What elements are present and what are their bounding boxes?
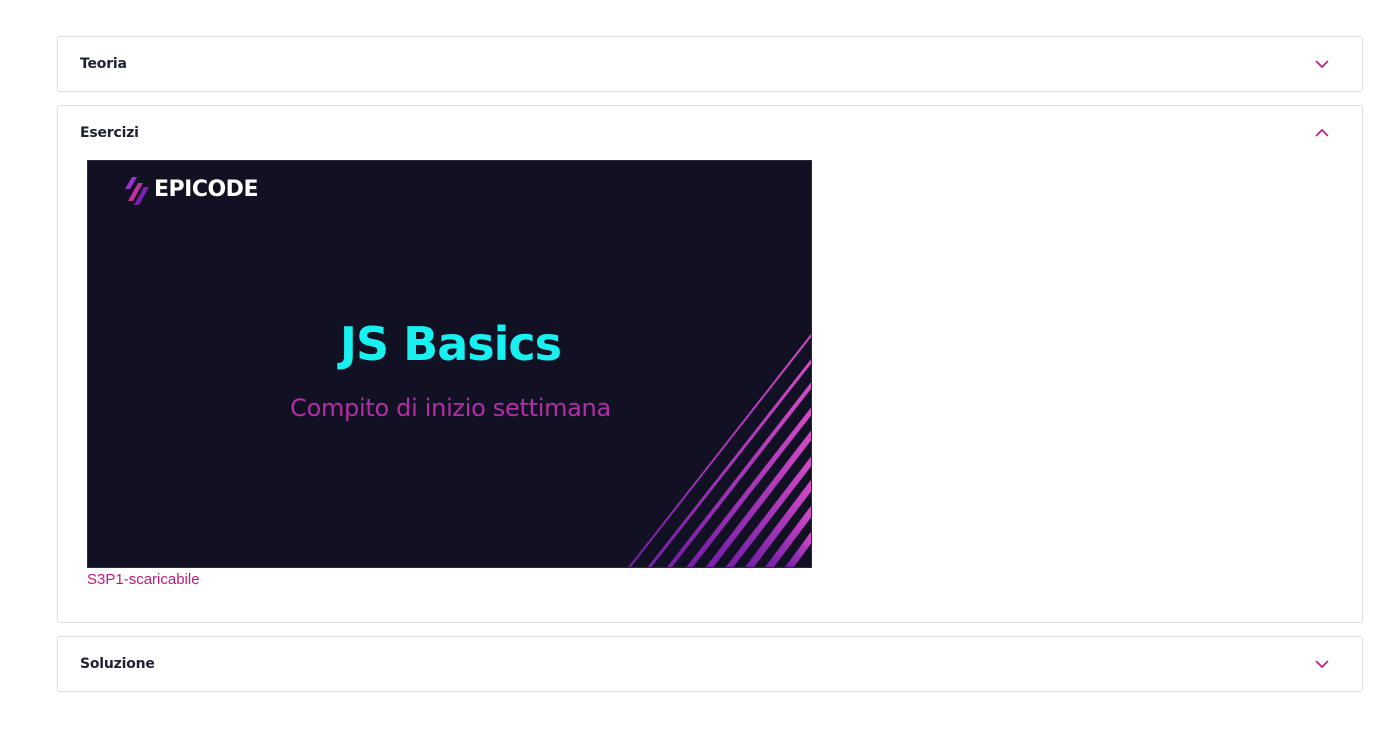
slide-brand: EPICODE bbox=[154, 177, 258, 202]
accordion-esercizi: Esercizi EPICODE JS Basics Compito di in… bbox=[57, 105, 1363, 623]
accordion-header-teoria[interactable]: Teoria bbox=[58, 37, 1362, 91]
chevron-down-icon[interactable] bbox=[1313, 655, 1331, 673]
chevron-up-icon[interactable] bbox=[1313, 124, 1331, 142]
exercise-thumbnail[interactable]: EPICODE JS Basics Compito di inizio sett… bbox=[87, 160, 812, 568]
slide-title: JS Basics bbox=[339, 317, 562, 371]
accordion-soluzione: Soluzione bbox=[57, 636, 1363, 692]
download-file-link[interactable]: S3P1-scaricabile bbox=[87, 571, 200, 588]
accordion-title: Teoria bbox=[80, 56, 127, 72]
slide-subtitle: Compito di inizio settimana bbox=[290, 394, 611, 422]
chevron-down-icon[interactable] bbox=[1313, 55, 1331, 73]
accordion-title: Esercizi bbox=[80, 125, 139, 141]
accordion-header-esercizi[interactable]: Esercizi bbox=[58, 106, 1362, 160]
accordion-header-soluzione[interactable]: Soluzione bbox=[58, 637, 1362, 691]
accordion-title: Soluzione bbox=[80, 656, 155, 672]
accordion-teoria: Teoria bbox=[57, 36, 1363, 92]
